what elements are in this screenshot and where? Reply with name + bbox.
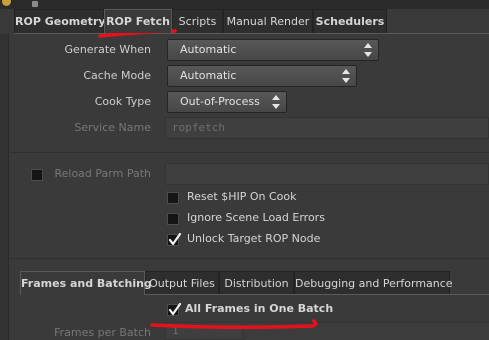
- cook-type-label: Cook Type: [94, 95, 151, 108]
- cache-mode-dropdown[interactable]: Automatic: [167, 65, 357, 87]
- frames-per-batch-slider[interactable]: [246, 322, 489, 340]
- service-name-label: Service Name: [74, 121, 151, 134]
- reload-parm-path-toggle[interactable]: [31, 169, 43, 181]
- tab-output-files[interactable]: Output Files: [145, 271, 219, 295]
- dropdown-arrows-icon: [364, 43, 372, 57]
- checkmark-icon: [168, 233, 182, 246]
- cache-mode-value: Automatic: [180, 69, 237, 82]
- tab-rop-geometry[interactable]: ROP Geometry: [14, 9, 106, 33]
- section-separator: [10, 152, 489, 153]
- frames-per-batch-field[interactable]: 1: [165, 322, 243, 340]
- top-tab-bar: ROP Geometry ROP Fetch Scripts Manual Re…: [0, 9, 489, 34]
- reset-hip-label: Reset $HIP On Cook: [187, 190, 297, 203]
- frames-per-batch-label: Frames per Batch: [54, 326, 151, 339]
- tab-rop-fetch[interactable]: ROP Fetch: [104, 9, 172, 33]
- ignore-scene-errors-checkbox[interactable]: [167, 213, 179, 225]
- batching-tab-bar: Frames and Batching Output Files Distrib…: [0, 271, 489, 295]
- tab-bar-underline: [14, 33, 489, 34]
- menu-icon[interactable]: [32, 1, 38, 7]
- parameter-editor: ROP Geometry ROP Fetch Scripts Manual Re…: [0, 0, 489, 340]
- tab-manual-render[interactable]: Manual Render: [223, 9, 313, 33]
- section-separator: [10, 258, 489, 259]
- tab-frames-and-batching[interactable]: Frames and Batching: [20, 271, 152, 295]
- ignore-scene-errors-label: Ignore Scene Load Errors: [187, 211, 325, 224]
- cook-type-dropdown[interactable]: Out-of-Process: [167, 91, 287, 113]
- all-frames-one-batch-checkbox[interactable]: [167, 303, 182, 316]
- unlock-target-checkbox[interactable]: [167, 233, 182, 246]
- generate-when-value: Automatic: [180, 43, 237, 56]
- service-name-field[interactable]: ropfetch: [165, 117, 489, 139]
- reset-hip-checkbox[interactable]: [167, 192, 179, 204]
- all-frames-one-batch-label: All Frames in One Batch: [185, 302, 334, 315]
- cache-mode-label: Cache Mode: [83, 69, 151, 82]
- tab-scripts[interactable]: Scripts: [172, 9, 223, 33]
- reload-parm-path-label: Reload Parm Path: [54, 167, 151, 180]
- unlock-target-label: Unlock Target ROP Node: [187, 232, 321, 245]
- top-strip: [0, 0, 489, 9]
- generate-when-label: Generate When: [64, 43, 151, 56]
- generate-when-dropdown[interactable]: Automatic: [167, 39, 379, 61]
- dropdown-arrows-icon: [342, 69, 350, 83]
- dropdown-arrows-icon: [272, 95, 280, 109]
- tab-distribution[interactable]: Distribution: [219, 271, 294, 295]
- node-icon[interactable]: [2, 0, 11, 6]
- tab-schedulers[interactable]: Schedulers: [313, 9, 387, 33]
- tab-debugging-and-performance[interactable]: Debugging and Performance: [294, 271, 453, 295]
- cook-type-value: Out-of-Process: [180, 95, 260, 108]
- reload-parm-path-field[interactable]: [165, 163, 489, 185]
- checkmark-icon: [168, 303, 182, 316]
